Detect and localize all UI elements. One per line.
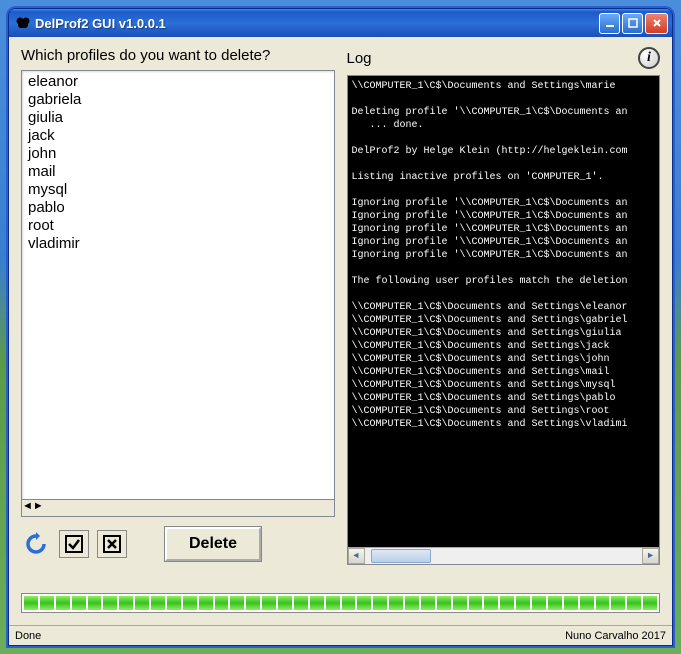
list-item[interactable]: root (24, 217, 332, 235)
credits-text: Nuno Carvalho 2017 (565, 630, 666, 642)
list-item[interactable]: gabriela (24, 91, 332, 109)
status-text: Done (15, 630, 565, 642)
log-output[interactable]: \\COMPUTER_1\C$\Documents and Settings\m… (347, 75, 661, 565)
content-area: Which profiles do you want to delete? el… (9, 37, 672, 625)
list-item[interactable]: mail (24, 163, 332, 181)
profiles-scrollbar[interactable]: ◄ ► (21, 500, 335, 517)
list-item[interactable]: john (24, 145, 332, 163)
progress-bar (21, 593, 660, 613)
list-item[interactable]: vladimir (24, 235, 332, 253)
list-item[interactable]: eleanor (24, 73, 332, 91)
titlebar[interactable]: DelProf2 GUI v1.0.0.1 (9, 9, 672, 37)
log-column: Log i \\COMPUTER_1\C$\Documents and Sett… (347, 47, 661, 565)
select-all-button[interactable] (59, 530, 89, 558)
toolbar: Delete (21, 527, 335, 561)
window-controls (599, 13, 668, 34)
profiles-listbox[interactable]: eleanorgabrielagiuliajackjohnmailmysqlpa… (21, 70, 335, 500)
deselect-all-button[interactable] (97, 530, 127, 558)
scroll-left-icon[interactable]: ◄ (348, 548, 365, 564)
scroll-right-icon[interactable]: ► (642, 548, 659, 564)
info-button[interactable]: i (638, 47, 660, 69)
app-icon (15, 15, 31, 31)
delete-button[interactable]: Delete (165, 527, 261, 561)
scroll-left-icon[interactable]: ◄ (22, 500, 33, 516)
minimize-button[interactable] (599, 13, 620, 34)
list-item[interactable]: jack (24, 127, 332, 145)
list-item[interactable]: giulia (24, 109, 332, 127)
close-button[interactable] (645, 13, 668, 34)
log-scrollbar[interactable]: ◄ ► (348, 547, 660, 564)
maximize-button[interactable] (622, 13, 643, 34)
app-window: DelProf2 GUI v1.0.0.1 Which profiles do … (8, 8, 673, 646)
profiles-column: Which profiles do you want to delete? el… (21, 47, 335, 565)
scroll-right-icon[interactable]: ► (33, 500, 44, 516)
scrollbar-thumb[interactable] (371, 549, 431, 563)
list-item[interactable]: pablo (24, 199, 332, 217)
log-label: Log (347, 50, 372, 67)
list-item[interactable]: mysql (24, 181, 332, 199)
profiles-label: Which profiles do you want to delete? (21, 47, 270, 64)
refresh-button[interactable] (21, 530, 51, 558)
window-title: DelProf2 GUI v1.0.0.1 (35, 16, 599, 31)
statusbar: Done Nuno Carvalho 2017 (9, 625, 672, 645)
